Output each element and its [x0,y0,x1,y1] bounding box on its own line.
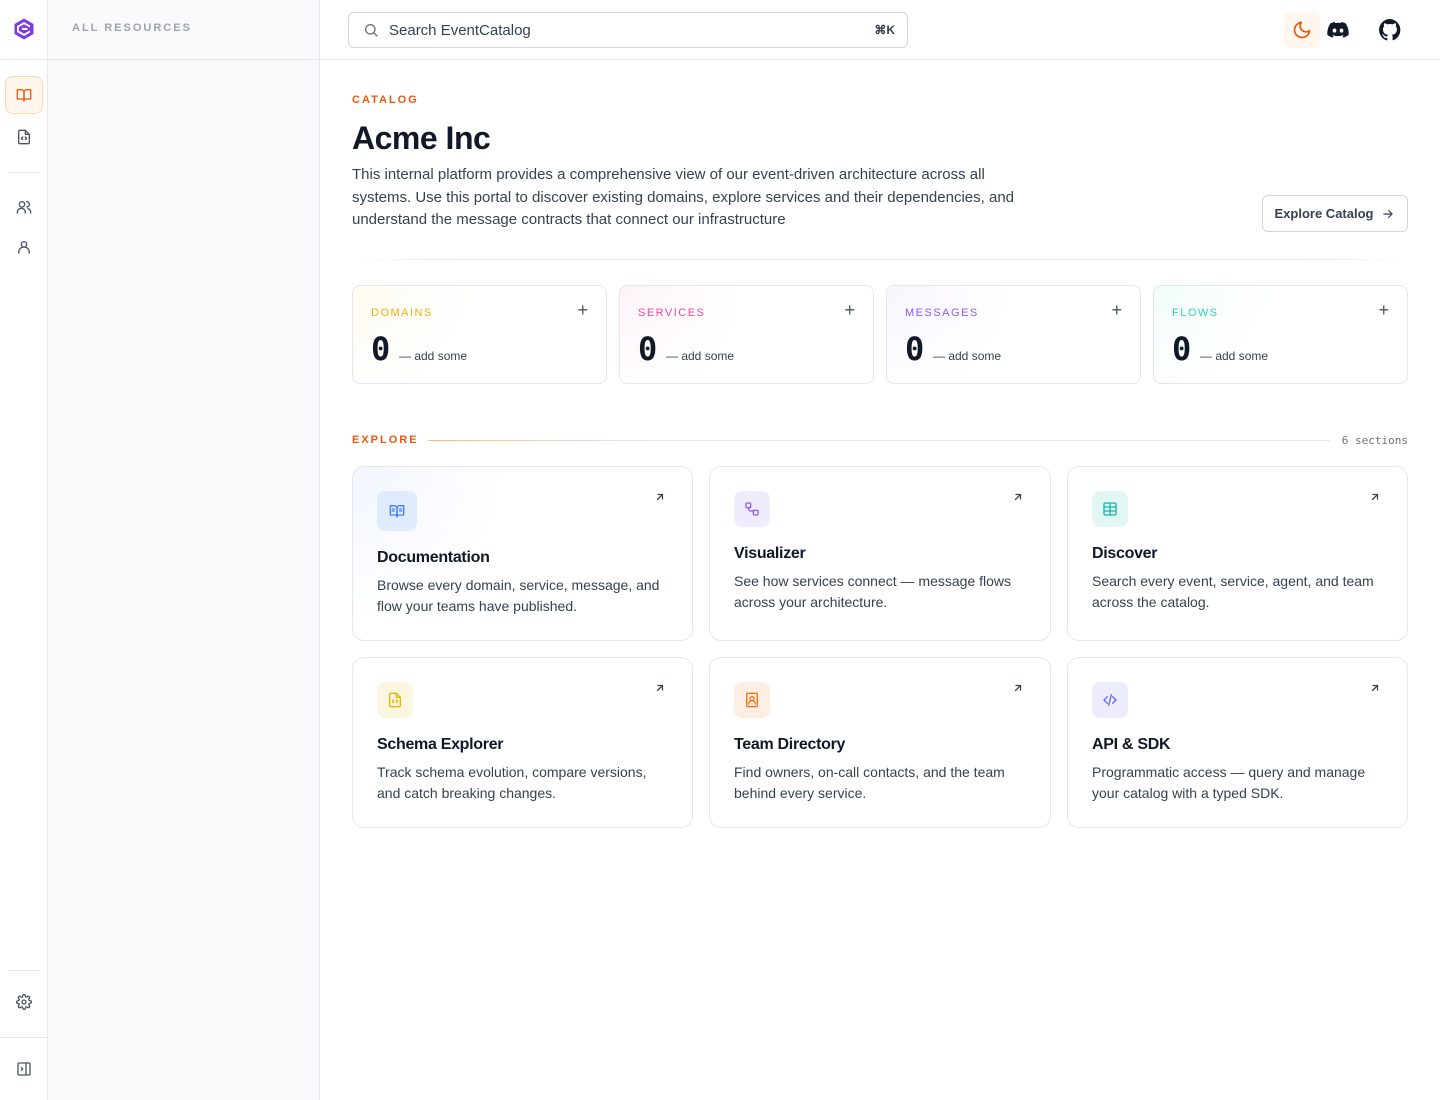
docs-nav-button[interactable] [5,76,43,114]
explore-count: 6 sections [1341,434,1408,447]
card-icon-box [377,491,417,531]
rail-separator [8,172,40,173]
stat-hint: — add some [399,349,468,363]
rail-separator [8,970,40,971]
settings-nav-button[interactable] [5,983,43,1021]
stat-label: SERVICES [638,307,706,319]
book-open-icon [389,505,405,518]
stat-hint: — add some [933,349,1002,363]
section-divider [352,259,1408,260]
card-icon-box [734,491,770,527]
card-icon-box [1092,491,1128,527]
search-shortcut: ⌘K [874,23,895,37]
file-code-icon [18,129,30,145]
stat-card-services[interactable]: SERVICES 0 — add some + [619,285,874,384]
add-flow-button[interactable]: + [1378,301,1389,319]
file-code-icon [389,692,401,708]
add-service-button[interactable]: + [844,301,855,319]
card-description: See how services connect — message flows… [734,573,1012,610]
explore-rule [428,440,1330,441]
arrow-up-right-icon [1012,682,1024,694]
table-icon [1103,502,1117,516]
schemas-nav-button[interactable] [5,118,43,156]
resource-sidebar: ALL RESOURCES [48,0,320,1100]
explore-catalog-button[interactable]: Explore Catalog [1262,195,1408,232]
discord-icon [1327,22,1349,38]
stat-label: MESSAGES [905,307,979,319]
top-bar: Search EventCatalog ⌘K [320,0,1440,60]
explore-label: EXPLORE [352,434,419,446]
card-discover[interactable]: Discover Search every event, service, ag… [1067,466,1408,641]
gear-icon [16,994,32,1010]
add-domain-button[interactable]: + [577,301,588,319]
card-description: Programmatic access — query and manage y… [1092,764,1366,801]
teams-nav-button[interactable] [5,188,43,226]
card-description: Browse every domain, service, message, a… [377,577,660,614]
explore-header: EXPLORE 6 sections [352,434,1408,448]
panel-toggle-icon [17,1062,31,1076]
card-api-sdk[interactable]: API & SDK Programmatic access — query an… [1067,657,1408,828]
page-title: Acme Inc [352,120,491,156]
stat-card-flows[interactable]: FLOWS 0 — add some + [1153,285,1408,384]
arrow-up-right-icon [654,491,666,503]
card-description: Search every event, service, agent, and … [1092,573,1374,610]
search-input[interactable]: Search EventCatalog ⌘K [348,12,908,48]
card-title: Team Directory [734,736,846,753]
card-description: Find owners, on-call contacts, and the t… [734,764,1005,801]
page-description: This internal platform provides a compre… [352,166,1014,228]
users-nav-button[interactable] [5,228,43,266]
stat-hint: — add some [1200,349,1269,363]
user-icon [18,241,30,254]
moon-icon [1293,21,1311,39]
card-icon-box [1092,682,1128,718]
stat-label: FLOWS [1172,307,1219,319]
contact-book-icon [746,692,758,708]
eventcatalog-logo-icon[interactable] [12,17,36,41]
arrow-up-right-icon [1012,491,1024,503]
card-team-directory[interactable]: Team Directory Find owners, on-call cont… [709,657,1051,828]
users-icon [16,201,32,214]
stat-label: DOMAINS [371,307,433,319]
card-title: API & SDK [1092,736,1171,753]
card-title: Schema Explorer [377,736,504,753]
stat-card-messages[interactable]: MESSAGES 0 — add some + [886,285,1141,384]
book-open-icon [16,89,32,102]
stat-card-domains[interactable]: DOMAINS 0 — add some + [352,285,607,384]
code-icon [1103,694,1117,706]
card-visualizer[interactable]: Visualizer See how services connect — me… [709,466,1051,641]
github-link[interactable] [1372,12,1408,48]
page-eyebrow: CATALOG [352,94,419,106]
search-icon [363,22,379,38]
icon-rail [0,0,48,1100]
sidebar-header: ALL RESOURCES [48,0,319,60]
search-placeholder: Search EventCatalog [389,21,531,39]
arrow-up-right-icon [1369,682,1381,694]
arrow-right-icon [1383,209,1394,218]
arrow-up-right-icon [654,682,666,694]
stat-value: 0 [371,330,391,368]
card-description: Track schema evolution, compare versions… [377,764,647,801]
card-title: Documentation [377,549,490,566]
rail-divider [0,59,48,60]
rail-divider [0,1037,48,1038]
card-icon-box [734,682,770,718]
github-icon [1379,19,1401,41]
explore-catalog-label: Explore Catalog [1274,206,1374,221]
card-title: Discover [1092,545,1158,562]
stat-hint: — add some [666,349,735,363]
card-title: Visualizer [734,545,806,562]
workflow-icon [745,502,759,516]
collapse-sidebar-button[interactable] [5,1050,43,1088]
discord-link[interactable] [1320,12,1356,48]
card-schema-explorer[interactable]: Schema Explorer Track schema evolution, … [352,657,693,828]
stat-value: 0 [638,330,658,368]
stat-value: 0 [905,330,925,368]
card-documentation[interactable]: Documentation Browse every domain, servi… [352,466,693,641]
add-message-button[interactable]: + [1111,301,1122,319]
arrow-up-right-icon [1369,491,1381,503]
theme-toggle-button[interactable] [1284,12,1320,48]
stat-value: 0 [1172,330,1192,368]
card-icon-box [377,682,413,718]
